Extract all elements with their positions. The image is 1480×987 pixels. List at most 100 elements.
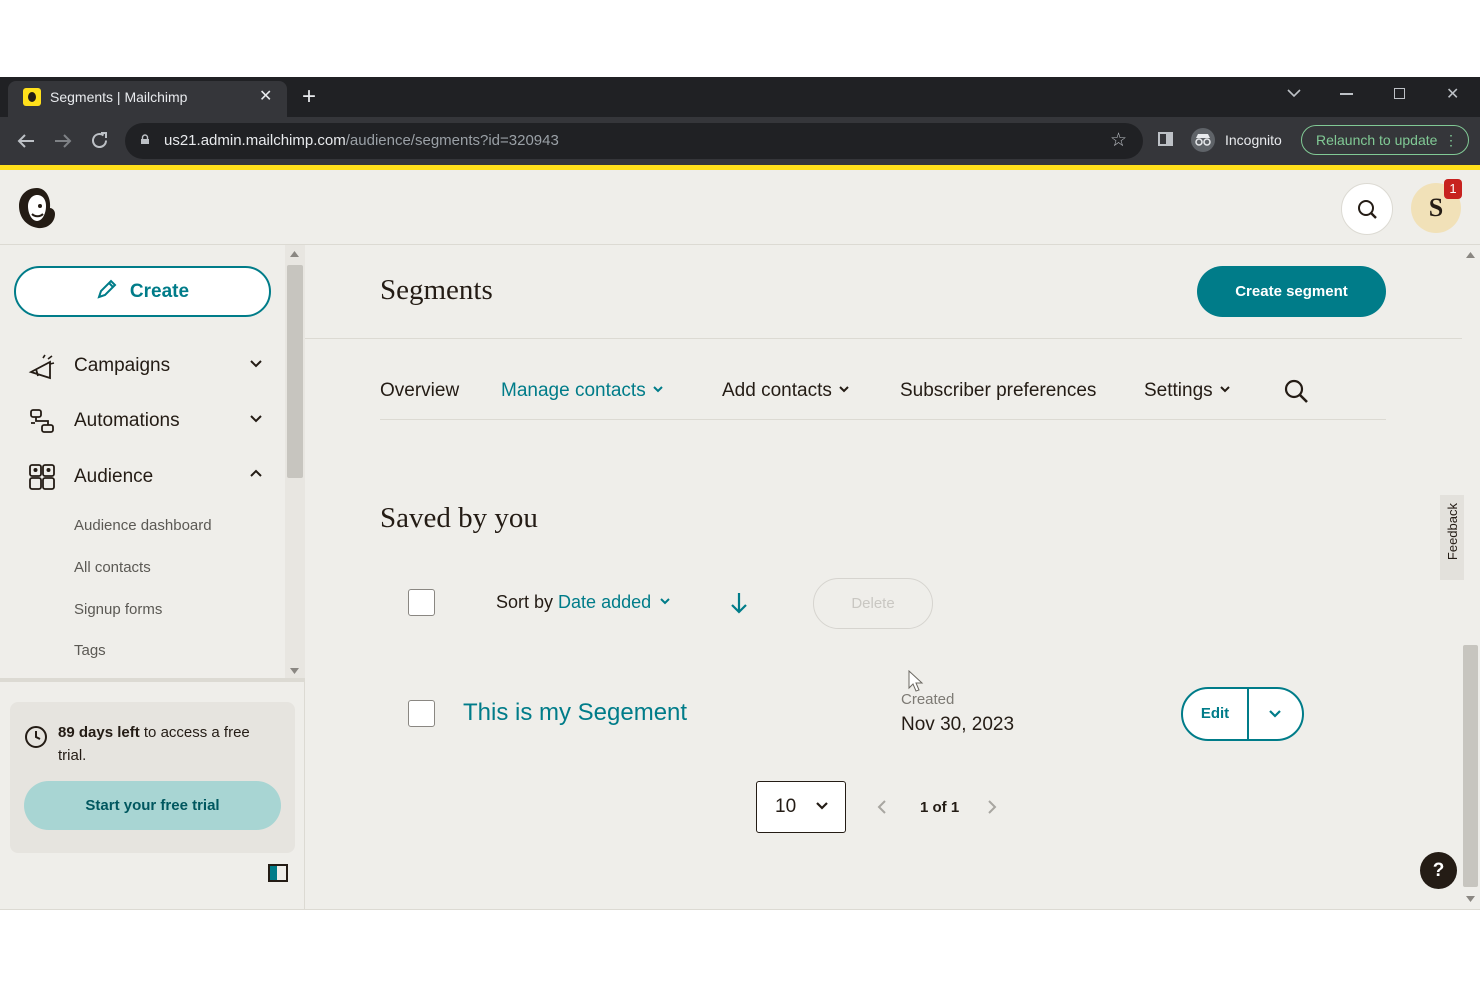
tab-label: Add contacts [722, 380, 832, 401]
sidebar-divider [0, 678, 305, 682]
relaunch-label: Relaunch to update [1316, 132, 1438, 148]
incognito-label: Incognito [1225, 132, 1282, 148]
tab-manage-contacts[interactable]: Manage contacts [501, 380, 664, 402]
chevron-down-icon [1269, 710, 1281, 718]
sidebar-subitem-audience-dashboard[interactable]: Audience dashboard [74, 517, 212, 534]
automation-flow-icon [30, 409, 54, 433]
sort-prefix: Sort by [496, 592, 554, 612]
scroll-up-arrow-icon[interactable] [1466, 252, 1475, 258]
new-tab-icon[interactable]: + [302, 83, 316, 111]
page-size-select[interactable]: 10 [756, 781, 846, 833]
feedback-tab[interactable]: Feedback [1440, 495, 1464, 580]
create-label: Create [129, 281, 190, 302]
sidebar-item-audience[interactable]: Audience [28, 457, 278, 497]
sidebar-item-label: Automations [74, 410, 180, 431]
segment-name-link[interactable]: This is my Segement [463, 699, 687, 727]
edit-button[interactable]: Edit [1183, 689, 1247, 739]
viewport-bottom-edge [0, 909, 1480, 910]
tab-nav-divider [380, 419, 1386, 420]
minimize-icon[interactable] [1340, 93, 1353, 95]
mailchimp-logo-icon[interactable] [14, 184, 60, 232]
help-button[interactable]: ? [1420, 852, 1457, 889]
more-vert-icon[interactable]: ⋮ [1444, 126, 1458, 154]
relaunch-button[interactable]: Relaunch to update ⋮ [1301, 125, 1469, 155]
mouse-cursor-icon [908, 670, 924, 692]
sidebar-item-label: Campaigns [74, 355, 171, 376]
bookmark-star-icon[interactable]: ☆ [1110, 129, 1127, 152]
page-title: Segments [380, 274, 493, 306]
tab-search-chevron-icon[interactable] [1287, 89, 1301, 98]
sort-value: Date added [558, 592, 652, 612]
chevron-down-icon [839, 386, 849, 393]
trial-days-left: 89 days left [58, 724, 140, 741]
start-free-trial-button[interactable]: Start your free trial [24, 781, 281, 830]
scroll-down-arrow-icon[interactable] [1466, 896, 1475, 902]
page-header-divider [305, 338, 1462, 339]
main-scrollbar-thumb[interactable] [1463, 645, 1478, 887]
url-path: /audience/segments?id=320943 [345, 132, 559, 149]
sidebar-item-label: Audience [74, 466, 154, 487]
sort-dropdown[interactable]: Sort by Date added [496, 592, 671, 613]
edit-menu-toggle[interactable] [1249, 689, 1302, 739]
collapse-sidebar-icon[interactable] [268, 864, 288, 882]
tab-subscriber-preferences[interactable]: Subscriber preferences [900, 380, 1096, 402]
create-button[interactable]: Create [14, 266, 271, 317]
previous-page-icon[interactable] [874, 799, 890, 815]
audience-icon [29, 464, 55, 490]
delete-button[interactable]: Delete [813, 578, 933, 629]
scroll-down-arrow-icon[interactable] [290, 668, 299, 674]
page-size-value: 10 [775, 796, 797, 817]
incognito-icon[interactable] [1191, 128, 1215, 152]
tab-label: Settings [1144, 380, 1213, 401]
tab-label: Subscriber preferences [900, 380, 1097, 401]
lock-icon[interactable] [140, 134, 150, 144]
tab-title: Segments | Mailchimp [50, 89, 188, 105]
url-text[interactable]: us21.admin.mailchimp.com/audience/segmen… [164, 132, 559, 149]
app-header [0, 170, 1480, 245]
tab-label: Overview [380, 380, 460, 401]
created-date: Nov 30, 2023 [901, 714, 1015, 735]
side-panel-icon[interactable] [1158, 132, 1173, 146]
global-search-button[interactable] [1341, 183, 1393, 235]
forward-icon[interactable] [54, 133, 72, 149]
pagination-text: 1 of 1 [920, 799, 960, 816]
mailchimp-favicon-icon [23, 88, 41, 106]
close-tab-icon[interactable]: ✕ [259, 86, 272, 106]
pencil-icon [97, 279, 117, 299]
chevron-down-icon [250, 415, 262, 423]
chevron-down-icon [660, 598, 670, 605]
tab-settings[interactable]: Settings [1144, 380, 1231, 402]
notification-badge: 1 [1444, 179, 1462, 199]
trial-message: 89 days left to access a free trial. [58, 721, 278, 767]
next-page-icon[interactable] [984, 799, 1000, 815]
sidebar-subitem-tags[interactable]: Tags [74, 642, 106, 659]
search-icon[interactable] [1283, 378, 1309, 404]
back-icon[interactable] [17, 133, 35, 149]
sidebar-subitem-all-contacts[interactable]: All contacts [74, 559, 151, 576]
tab-overview[interactable]: Overview [380, 380, 459, 402]
url-host: us21.admin.mailchimp.com [164, 132, 346, 149]
sidebar-item-automations[interactable]: Automations [28, 401, 278, 441]
restore-icon[interactable] [1394, 88, 1405, 99]
chevron-down-icon [1219, 386, 1230, 393]
section-title: Saved by you [380, 502, 538, 534]
tab-add-contacts[interactable]: Add contacts [722, 380, 850, 402]
sort-direction-arrow-icon[interactable] [729, 591, 749, 615]
feedback-label: Feedback [1445, 503, 1460, 561]
search-icon [1358, 200, 1377, 219]
chevron-up-icon [250, 469, 262, 477]
chevron-down-icon [250, 360, 262, 368]
megaphone-icon [28, 354, 55, 380]
select-all-checkbox[interactable] [408, 589, 435, 616]
sidebar-item-campaigns[interactable]: Campaigns [28, 346, 278, 386]
scroll-up-arrow-icon[interactable] [290, 251, 299, 257]
reload-icon[interactable] [90, 131, 109, 150]
chevron-down-icon [816, 802, 828, 810]
sidebar-subitem-signup-forms[interactable]: Signup forms [74, 601, 162, 618]
sidebar-scrollbar-thumb[interactable] [287, 265, 303, 478]
create-segment-button[interactable]: Create segment [1197, 266, 1386, 317]
chevron-down-icon [652, 386, 663, 393]
clock-icon [25, 726, 47, 748]
segment-row-checkbox[interactable] [408, 700, 435, 727]
close-window-icon[interactable]: ✕ [1446, 84, 1459, 104]
